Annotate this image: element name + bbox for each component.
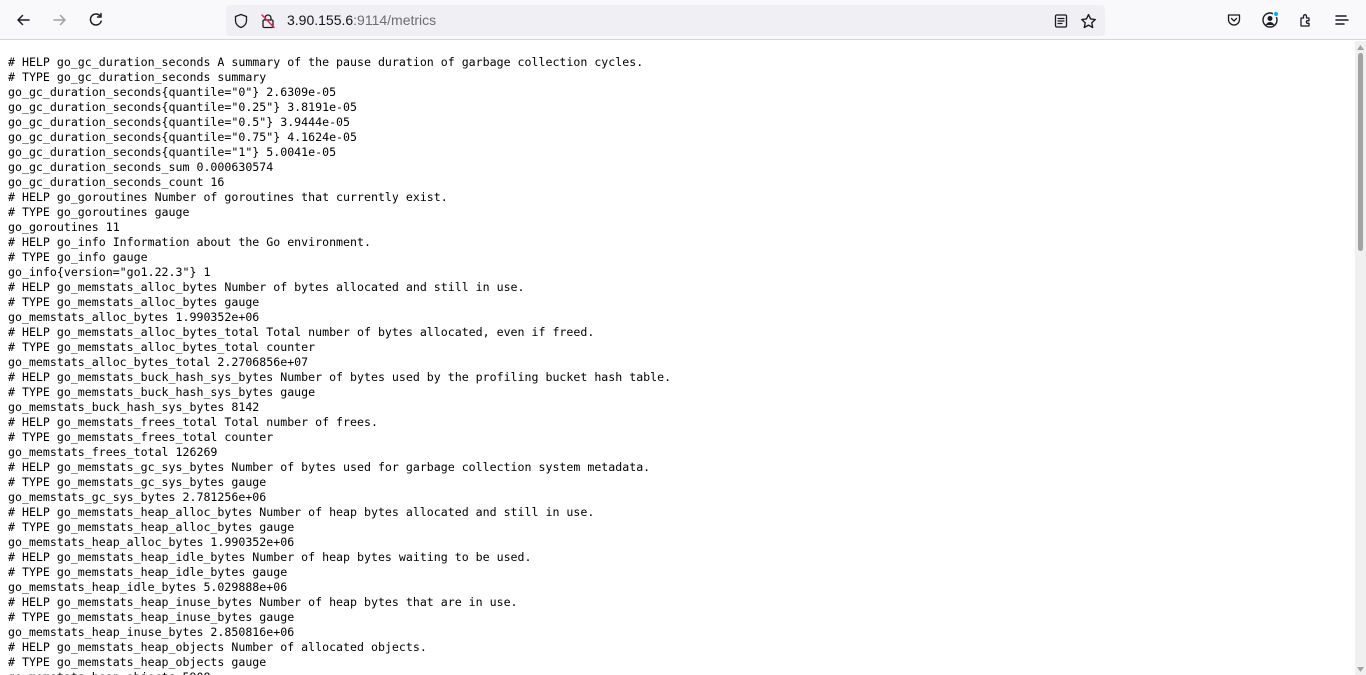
metric-line: go_memstats_frees_total 126269	[8, 445, 218, 459]
forward-button[interactable]	[46, 6, 74, 34]
metric-line: go_info{version="go1.22.3"} 1	[8, 265, 211, 279]
forward-arrow-icon	[53, 14, 66, 26]
metric-line: # TYPE go_gc_duration_seconds summary	[8, 70, 267, 84]
metric-line: # HELP go_info Information about the Go …	[8, 235, 371, 249]
url-host: 3.90.155.6	[287, 12, 354, 28]
metric-line: go_memstats_heap_alloc_bytes 1.990352e+0…	[8, 535, 295, 549]
metric-line: # HELP go_memstats_heap_inuse_bytes Numb…	[8, 595, 518, 609]
page-content: # HELP go_gc_duration_seconds A summary …	[0, 41, 1355, 675]
metric-line: go_gc_duration_seconds{quantile="0.25"} …	[8, 100, 358, 114]
metric-line: go_gc_duration_seconds{quantile="0"} 2.6…	[8, 85, 337, 99]
pocket-button[interactable]	[1220, 6, 1248, 34]
reload-button[interactable]	[82, 6, 110, 34]
metric-line: go_memstats_alloc_bytes 1.990352e+06	[8, 310, 260, 324]
metric-line: go_memstats_buck_hash_sys_bytes 8142	[8, 400, 260, 414]
metric-line: # HELP go_memstats_alloc_bytes Number of…	[8, 280, 525, 294]
metrics-text: # HELP go_gc_duration_seconds A summary …	[0, 41, 1355, 675]
metric-line: # TYPE go_memstats_buck_hash_sys_bytes g…	[8, 385, 316, 399]
reader-view-icon[interactable]	[1052, 12, 1070, 30]
metric-line: go_gc_duration_seconds{quantile="1"} 5.0…	[8, 145, 337, 159]
metric-line: # HELP go_memstats_heap_objects Number o…	[8, 640, 427, 654]
metric-line: # HELP go_memstats_heap_idle_bytes Numbe…	[8, 550, 532, 564]
account-button[interactable]	[1256, 6, 1284, 34]
metric-line: go_memstats_gc_sys_bytes 2.781256e+06	[8, 490, 267, 504]
metric-line: # HELP go_memstats_alloc_bytes_total Tot…	[8, 325, 595, 339]
reload-icon	[89, 12, 102, 26]
metric-line: # TYPE go_memstats_heap_idle_bytes gauge	[8, 565, 288, 579]
metric-line: go_memstats_alloc_bytes_total 2.2706856e…	[8, 355, 309, 369]
metric-line: go_gc_duration_seconds{quantile="0.75"} …	[8, 130, 358, 144]
pocket-icon	[1227, 14, 1241, 26]
metric-line: # HELP go_gc_duration_seconds A summary …	[8, 55, 644, 69]
shield-icon[interactable]	[232, 12, 250, 30]
metric-line: # TYPE go_memstats_alloc_bytes gauge	[8, 295, 260, 309]
metric-line: # HELP go_memstats_buck_hash_sys_bytes N…	[8, 370, 672, 384]
metric-line: # TYPE go_memstats_gc_sys_bytes gauge	[8, 475, 267, 489]
metric-line: # HELP go_memstats_gc_sys_bytes Number o…	[8, 460, 651, 474]
star-icon[interactable]	[1079, 12, 1097, 30]
metric-line: go_gc_duration_seconds{quantile="0.5"} 3…	[8, 115, 351, 129]
account-icon	[1262, 10, 1280, 28]
extensions-button[interactable]	[1292, 6, 1320, 34]
url-text[interactable]: 3.90.155.6:9114/metrics	[287, 12, 436, 29]
menu-button[interactable]	[1328, 6, 1356, 34]
metric-line: # TYPE go_info gauge	[8, 250, 148, 264]
metric-line: go_goroutines 11	[8, 220, 120, 234]
metric-line: # TYPE go_memstats_heap_inuse_bytes gaug…	[8, 610, 295, 624]
metric-line: # HELP go_memstats_frees_total Total num…	[8, 415, 378, 429]
vertical-scrollbar[interactable]	[1355, 41, 1366, 675]
metric-line: go_gc_duration_seconds_count 16	[8, 175, 225, 189]
metric-line: go_memstats_heap_idle_bytes 5.029888e+06	[8, 580, 288, 594]
metric-line: # TYPE go_memstats_heap_alloc_bytes gaug…	[8, 520, 295, 534]
back-arrow-icon	[17, 14, 30, 26]
scroll-up-arrow-icon[interactable]	[1357, 43, 1364, 51]
metric-line: go_memstats_heap_objects 5908	[8, 670, 1355, 675]
insecure-lock-icon[interactable]	[259, 12, 277, 30]
metric-line: # HELP go_memstats_heap_alloc_bytes Numb…	[8, 505, 595, 519]
browser-toolbar: 3.90.155.6:9114/metrics	[0, 0, 1366, 40]
scroll-down-arrow-icon[interactable]	[1357, 665, 1364, 673]
metric-line: # TYPE go_goroutines gauge	[8, 205, 190, 219]
metric-line: # TYPE go_memstats_alloc_bytes_total cou…	[8, 340, 316, 354]
url-bar[interactable]: 3.90.155.6:9114/metrics	[226, 5, 1105, 36]
metric-line: # TYPE go_memstats_frees_total counter	[8, 430, 274, 444]
metric-line: # TYPE go_memstats_heap_objects gauge	[8, 655, 267, 669]
url-path: :9114/metrics	[353, 12, 437, 28]
metric-line: go_gc_duration_seconds_sum 0.000630574	[8, 160, 274, 174]
metric-line: go_memstats_heap_inuse_bytes 2.850816e+0…	[8, 625, 295, 639]
menu-icon	[1335, 15, 1349, 25]
back-button[interactable]	[9, 6, 37, 34]
metric-line: # HELP go_goroutines Number of goroutine…	[8, 190, 448, 204]
extensions-icon	[1300, 14, 1310, 27]
scrollbar-thumb[interactable]	[1358, 53, 1363, 251]
